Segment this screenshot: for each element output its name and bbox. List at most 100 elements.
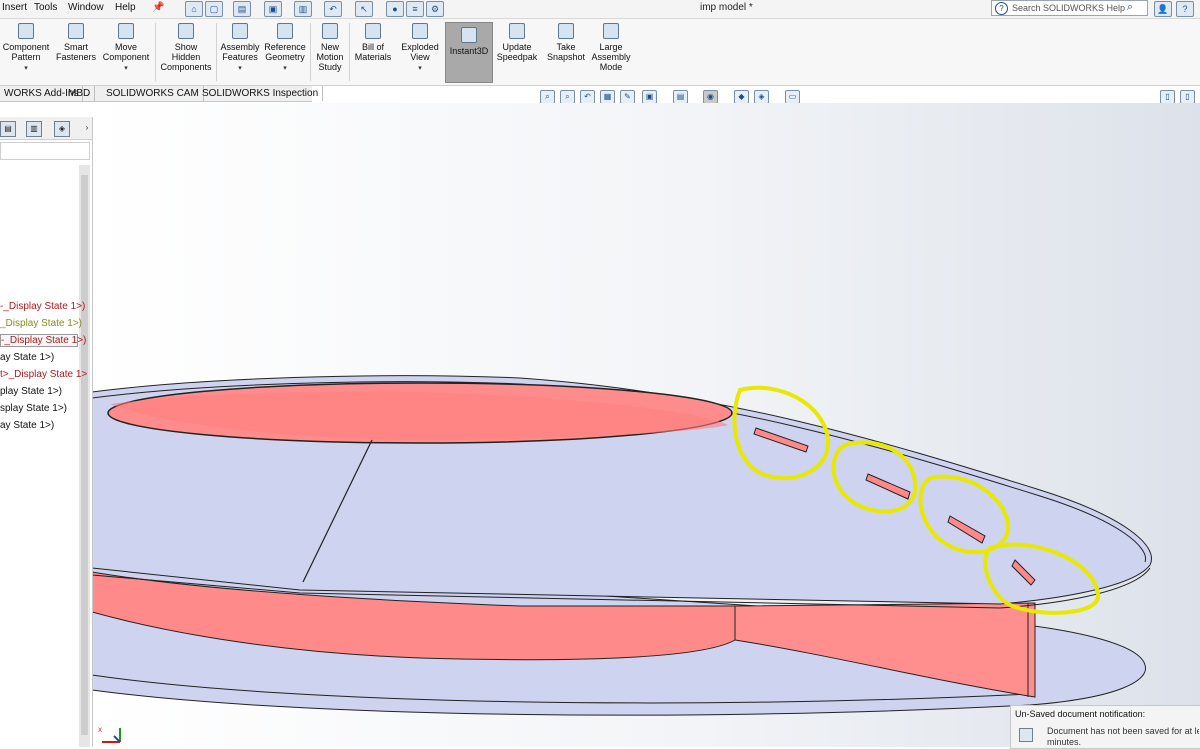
dim-xpert-tab-icon[interactable]: ◈ — [54, 121, 70, 137]
chevron-right-icon[interactable]: › — [80, 121, 94, 135]
tree-item[interactable]: ay State 1>) — [0, 420, 54, 431]
instant3d-button[interactable]: Instant3D — [445, 22, 493, 83]
dropdown-arrow-icon[interactable]: ▾ — [0, 64, 52, 74]
ribbon-separator — [349, 23, 350, 81]
home-icon[interactable]: ⌂ — [185, 1, 203, 17]
tab-solidworks-cam[interactable]: SOLIDWORKS CAM — [102, 86, 204, 101]
dropdown-arrow-icon[interactable]: ▾ — [263, 64, 307, 74]
view-settings-icon[interactable]: ▭ — [785, 90, 800, 104]
tree-item[interactable]: -_Display State 1>) — [0, 301, 85, 312]
previous-view-icon[interactable]: ↶ — [580, 90, 595, 104]
help-question-icon: ? — [995, 2, 1008, 15]
show-hidden-components-button[interactable]: Show Hidden Components — [158, 23, 214, 72]
component-pattern-label: Component Pattern — [2, 42, 50, 62]
move-component-button[interactable]: Move Component ▾ — [100, 23, 152, 74]
section-view-icon[interactable]: ▦ — [600, 90, 615, 104]
smart-fasteners-label: Smart Fasteners — [55, 42, 97, 62]
dropdown-arrow-icon[interactable]: ▾ — [398, 64, 442, 74]
undo-icon[interactable]: ↶ — [324, 1, 342, 17]
reference-geometry-label: Reference Geometry — [264, 42, 306, 62]
smart-fasteners-icon — [68, 23, 84, 39]
save-disk-icon — [1019, 728, 1033, 742]
menu-tools[interactable]: Tools — [34, 2, 57, 13]
dropdown-arrow-icon[interactable]: ▾ — [219, 64, 261, 74]
view-orientation-icon[interactable]: ▣ — [642, 90, 657, 104]
exploded-view-button[interactable]: Exploded View ▾ — [398, 23, 442, 74]
update-speedpak-button[interactable]: Update Speedpak — [495, 23, 539, 62]
take-snapshot-label: Take Snapshot — [546, 42, 586, 62]
tree-item[interactable]: ay State 1>) — [0, 352, 54, 363]
large-assembly-mode-label: Large Assembly Mode — [591, 42, 631, 72]
search-help-input[interactable]: ? Search SOLIDWORKS Help ⌕ — [991, 0, 1148, 16]
large-assembly-mode-button[interactable]: Large Assembly Mode — [590, 23, 632, 72]
tree-item[interactable]: play State 1>) — [0, 386, 62, 397]
dropdown-arrow-icon[interactable]: ▾ — [100, 64, 152, 74]
edit-appearance-icon[interactable]: ◆ — [734, 90, 749, 104]
restore-panel-icon[interactable]: ▯ — [1160, 90, 1175, 104]
smart-fasteners-button[interactable]: Smart Fasteners — [55, 23, 97, 62]
ribbon-separator — [216, 23, 217, 81]
notification-message-line-1: Document has not been saved for at le — [1047, 726, 1199, 736]
bill-of-materials-label: Bill of Materials — [354, 42, 392, 62]
dynamic-annotation-icon[interactable]: ✎ — [620, 90, 635, 104]
assembly-model[interactable] — [92, 103, 1200, 747]
tree-item-selected[interactable]: -_Display State 1>) — [0, 334, 86, 347]
tree-item[interactable]: splay State 1>) — [0, 403, 67, 414]
menu-insert[interactable]: Insert — [2, 2, 27, 13]
zoom-to-area-icon[interactable]: ⌕ — [560, 90, 575, 104]
tree-scrollbar[interactable] — [79, 165, 90, 747]
zoom-to-fit-icon[interactable]: ⌕ — [540, 90, 555, 104]
tab-solidworks-inspection[interactable]: SOLIDWORKS Inspection — [198, 86, 324, 101]
print-icon[interactable]: ▥ — [294, 1, 312, 17]
component-pattern-button[interactable]: Component Pattern ▾ — [0, 23, 52, 74]
graphics-area[interactable] — [92, 103, 1200, 747]
window-title: imp model * — [700, 2, 753, 13]
search-icon[interactable]: ⌕ — [1127, 2, 1133, 13]
new-motion-study-button[interactable]: New Motion Study — [313, 23, 347, 72]
notification-message: Document has not been saved for at le mi… — [1047, 726, 1199, 748]
user-icon[interactable]: 👤 — [1154, 1, 1172, 17]
tree-filter-input[interactable] — [0, 142, 90, 160]
move-component-icon — [118, 23, 134, 39]
apply-scene-icon[interactable]: ◈ — [754, 90, 769, 104]
menu-bar: Insert Tools Window Help 📌 ⌂ ▢ ▤ ▣ ▥ ↶ ↖… — [0, 0, 1200, 19]
svg-text:X: X — [98, 727, 102, 734]
save-icon[interactable]: ▣ — [264, 1, 282, 17]
reference-geometry-icon — [277, 23, 293, 39]
new-motion-study-icon — [322, 23, 338, 39]
assembly-features-button[interactable]: Assembly Features ▾ — [219, 23, 261, 74]
pin-icon[interactable]: 📌 — [152, 2, 164, 13]
reference-geometry-button[interactable]: Reference Geometry ▾ — [263, 23, 307, 74]
menu-window[interactable]: Window — [68, 2, 104, 13]
tree-item[interactable]: _Display State 1>) — [0, 318, 82, 329]
maximize-panel-icon[interactable]: ▯ — [1180, 90, 1195, 104]
config-manager-tab-icon[interactable]: ▥ — [26, 121, 42, 137]
panel-tabs: ▤ ▥ ◈ › — [0, 117, 92, 140]
exploded-view-icon — [412, 23, 428, 39]
ribbon-separator — [310, 23, 311, 81]
open-icon[interactable]: ▤ — [233, 1, 251, 17]
instant3d-icon — [461, 27, 477, 43]
notification-message-line-2: minutes. — [1047, 737, 1082, 747]
rebuild-icon[interactable]: ● — [386, 1, 404, 17]
menu-help[interactable]: Help — [115, 2, 136, 13]
hide-show-items-icon[interactable]: ◉ — [703, 90, 718, 104]
feature-tree-tab-icon[interactable]: ▤ — [0, 121, 16, 137]
display-style-icon[interactable]: ▤ — [673, 90, 688, 104]
notification-title: Un-Saved document notification: — [1015, 709, 1146, 719]
tab-mbd[interactable]: MBD — [64, 86, 96, 101]
unsaved-notification[interactable]: Un-Saved document notification: Document… — [1010, 705, 1200, 749]
exploded-view-label: Exploded View — [401, 42, 439, 62]
component-pattern-icon — [18, 23, 34, 39]
tree-item[interactable]: t>_Display State 1> — [0, 369, 87, 380]
help-icon[interactable]: ? — [1176, 1, 1194, 17]
take-snapshot-button[interactable]: Take Snapshot — [544, 23, 588, 62]
file-properties-icon[interactable]: ≡ — [406, 1, 424, 17]
bill-of-materials-button[interactable]: Bill of Materials — [352, 23, 394, 62]
new-document-icon[interactable]: ▢ — [205, 1, 223, 17]
options-gear-icon[interactable]: ⚙ — [426, 1, 444, 17]
select-icon[interactable]: ↖ — [355, 1, 373, 17]
scrollbar-thumb[interactable] — [81, 175, 88, 735]
instant3d-label: Instant3D — [449, 46, 489, 56]
show-hidden-components-label: Show Hidden Components — [160, 42, 212, 72]
